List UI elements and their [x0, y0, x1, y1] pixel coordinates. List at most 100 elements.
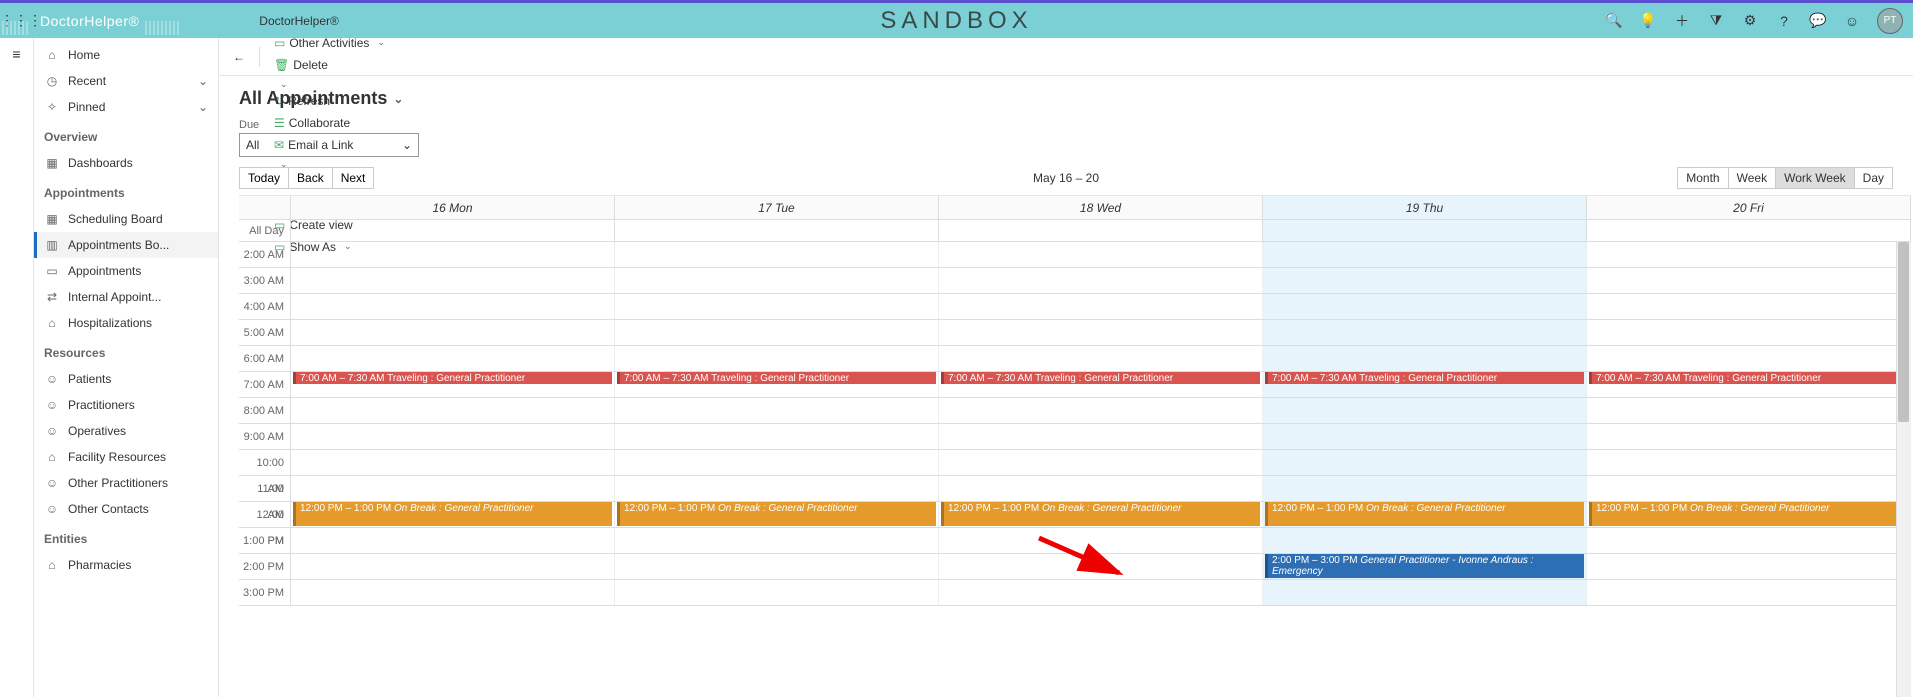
sidebar-item[interactable]: ⌂Facility Resources — [34, 444, 218, 470]
day-header[interactable]: 20 Fri — [1587, 196, 1911, 219]
bulb-icon[interactable]: 💡 — [1639, 12, 1657, 30]
view-month-button[interactable]: Month — [1677, 167, 1728, 189]
time-slot[interactable] — [939, 268, 1263, 293]
time-slot[interactable] — [1263, 424, 1587, 449]
sidebar-item[interactable]: ⌂Pharmacies — [34, 552, 218, 578]
time-slot[interactable] — [615, 424, 939, 449]
time-slot[interactable] — [615, 554, 939, 579]
time-slot[interactable] — [1587, 424, 1911, 449]
time-slot[interactable] — [291, 528, 615, 553]
calendar-event[interactable]: 12:00 PM – 1:00 PM On Break : General Pr… — [1589, 502, 1908, 526]
sidebar-item[interactable]: ☺Operatives — [34, 418, 218, 444]
back-button[interactable]: ← — [227, 46, 251, 68]
time-slot[interactable] — [1587, 398, 1911, 423]
time-slot[interactable] — [615, 580, 939, 605]
calendar-event[interactable]: 7:00 AM – 7:30 AM Traveling : General Pr… — [617, 372, 936, 384]
time-slot[interactable] — [615, 294, 939, 319]
time-slot[interactable] — [615, 476, 939, 501]
sidebar-item[interactable]: ⇄Internal Appoint... — [34, 284, 218, 310]
time-slot[interactable] — [291, 346, 615, 371]
sidebar-item[interactable]: ☺Practitioners — [34, 392, 218, 418]
sidebar-item[interactable]: ☺Other Contacts — [34, 496, 218, 522]
day-header[interactable]: 19 Thu — [1263, 196, 1587, 219]
time-slot[interactable] — [939, 242, 1263, 267]
sidebar-item[interactable]: ☺Other Practitioners — [34, 470, 218, 496]
time-slot[interactable] — [939, 476, 1263, 501]
calendar-event[interactable]: 7:00 AM – 7:30 AM Traveling : General Pr… — [941, 372, 1260, 384]
cmd-delete[interactable]: 🗑Delete — [268, 54, 406, 76]
allday-cell[interactable] — [939, 220, 1263, 241]
sidebar-item-pinned[interactable]: ✧ Pinned ⌄ — [34, 94, 218, 120]
help-icon[interactable]: ? — [1775, 12, 1793, 30]
plus-icon[interactable]: ＋ — [1673, 12, 1691, 30]
time-slot[interactable]: 2:00 PM – 3:00 PM General Practitioner -… — [1263, 554, 1587, 579]
next-nav-button[interactable]: Next — [333, 167, 375, 189]
time-slot[interactable] — [1587, 294, 1911, 319]
sidebar-item[interactable]: ☺Patients — [34, 366, 218, 392]
calendar-event[interactable]: 7:00 AM – 7:30 AM Traveling : General Pr… — [1589, 372, 1908, 384]
time-slot[interactable] — [1263, 528, 1587, 553]
time-slot[interactable] — [1587, 580, 1911, 605]
time-slot[interactable]: 7:00 AM – 7:30 AM Traveling : General Pr… — [939, 372, 1263, 397]
time-slot[interactable]: 7:00 AM – 7:30 AM Traveling : General Pr… — [1587, 372, 1911, 397]
brand-label[interactable]: DoctorHelper® — [30, 13, 179, 29]
search-icon[interactable]: 🔍 — [1605, 12, 1623, 30]
sidebar-item[interactable]: ▦Dashboards — [34, 150, 218, 176]
time-slot[interactable] — [939, 346, 1263, 371]
calendar-event[interactable]: 12:00 PM – 1:00 PM On Break : General Pr… — [941, 502, 1260, 526]
time-slot[interactable] — [615, 320, 939, 345]
time-slot[interactable] — [291, 320, 615, 345]
view-week-button[interactable]: Week — [1729, 167, 1776, 189]
time-slot[interactable] — [615, 528, 939, 553]
time-slot[interactable] — [615, 242, 939, 267]
sidebar-item[interactable]: ⌂Hospitalizations — [34, 310, 218, 336]
cmd-other-activities[interactable]: ▭Other Activities⌄ — [268, 38, 406, 54]
time-slot[interactable] — [1587, 554, 1911, 579]
sidebar-item[interactable]: ▭Appointments — [34, 258, 218, 284]
time-slot[interactable] — [1263, 476, 1587, 501]
time-slot[interactable] — [1587, 320, 1911, 345]
time-slot[interactable] — [1263, 346, 1587, 371]
gear-icon[interactable]: ⚙ — [1741, 12, 1759, 30]
sidebar-item[interactable]: ▦Scheduling Board — [34, 206, 218, 232]
allday-cell[interactable] — [1587, 220, 1911, 241]
day-header[interactable]: 18 Wed — [939, 196, 1263, 219]
time-slot[interactable] — [939, 450, 1263, 475]
time-slot[interactable] — [615, 450, 939, 475]
calendar-body[interactable]: 2:00 AM3:00 AM4:00 AM5:00 AM6:00 AM7:00 … — [239, 242, 1911, 697]
time-slot[interactable] — [1263, 320, 1587, 345]
time-slot[interactable] — [1263, 398, 1587, 423]
time-slot[interactable] — [1263, 242, 1587, 267]
time-slot[interactable] — [939, 528, 1263, 553]
time-slot[interactable] — [615, 398, 939, 423]
time-slot[interactable] — [939, 424, 1263, 449]
calendar-event[interactable]: 2:00 PM – 3:00 PM General Practitioner -… — [1265, 554, 1584, 578]
back-nav-button[interactable]: Back — [289, 167, 333, 189]
calendar-event[interactable]: 12:00 PM – 1:00 PM On Break : General Pr… — [617, 502, 936, 526]
chat-icon[interactable]: 💬 — [1809, 12, 1827, 30]
sidebar-item[interactable]: ▥Appointments Bo... — [34, 232, 218, 258]
time-slot[interactable]: 7:00 AM – 7:30 AM Traveling : General Pr… — [291, 372, 615, 397]
time-slot[interactable] — [1587, 242, 1911, 267]
calendar-event[interactable]: 7:00 AM – 7:30 AM Traveling : General Pr… — [293, 372, 612, 384]
time-slot[interactable] — [939, 294, 1263, 319]
time-slot[interactable] — [291, 268, 615, 293]
sidebar-item-recent[interactable]: ◷ Recent ⌄ — [34, 68, 218, 94]
today-button[interactable]: Today — [239, 167, 289, 189]
view-title[interactable]: All Appointments ⌄ — [239, 88, 1893, 109]
avatar[interactable]: PT — [1877, 8, 1903, 34]
hamburger-icon[interactable]: ≡ — [12, 46, 20, 62]
time-slot[interactable]: 12:00 PM – 1:00 PM On Break : General Pr… — [1263, 502, 1587, 527]
calendar-event[interactable]: 7:00 AM – 7:30 AM Traveling : General Pr… — [1265, 372, 1584, 384]
time-slot[interactable] — [939, 580, 1263, 605]
time-slot[interactable] — [291, 476, 615, 501]
calendar-event[interactable]: 12:00 PM – 1:00 PM On Break : General Pr… — [293, 502, 612, 526]
time-slot[interactable] — [615, 268, 939, 293]
time-slot[interactable] — [939, 554, 1263, 579]
time-slot[interactable] — [291, 580, 615, 605]
time-slot[interactable] — [1587, 476, 1911, 501]
filter-select[interactable]: All ⌄ — [239, 133, 419, 157]
time-slot[interactable] — [291, 294, 615, 319]
day-header[interactable]: 17 Tue — [615, 196, 939, 219]
time-slot[interactable] — [939, 398, 1263, 423]
